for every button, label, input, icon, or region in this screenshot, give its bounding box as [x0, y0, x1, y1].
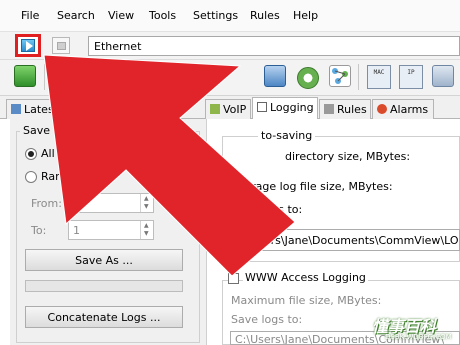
app-window: File Search View Tools Settings Rules He…: [0, 0, 460, 345]
www-save-logs-to-label: Save logs to:: [231, 313, 303, 326]
menu-view[interactable]: View: [108, 9, 134, 22]
toolbar-separator: [358, 64, 359, 90]
menu-search[interactable]: Search: [57, 9, 95, 22]
range-label: Range: [41, 170, 76, 183]
all-packets-radio[interactable]: [25, 148, 37, 160]
from-label: From:: [31, 197, 62, 210]
max-dir-size-label: directory size, MBytes:: [285, 150, 411, 163]
to-label: To:: [31, 224, 47, 237]
avg-log-size-label: Average log file size, MBytes:: [231, 180, 393, 193]
tab-label: Rules: [337, 103, 367, 116]
tab-label: Alarms: [390, 103, 429, 116]
from-spinner[interactable]: 1 ▲ ▼: [68, 193, 154, 213]
tab-label: Latest IP Co: [24, 103, 90, 116]
watermark-url: DSBK.WDBFG.COM: [385, 333, 452, 341]
save-as-button[interactable]: Save As ...: [25, 249, 183, 271]
tab-alarms[interactable]: Alarms: [372, 99, 434, 119]
clock-icon[interactable]: [297, 67, 319, 89]
tab-label: Logging: [270, 101, 314, 114]
alarm-icon: [377, 104, 387, 114]
from-value: 1: [73, 197, 80, 210]
menu-help[interactable]: Help: [293, 9, 318, 22]
down-arrow-icon: ▼: [144, 230, 149, 237]
spinner-arrows[interactable]: ▲ ▼: [140, 194, 153, 212]
www-logging-checkbox[interactable]: [228, 273, 239, 284]
mac-alias-icon[interactable]: MAC: [367, 65, 391, 89]
up-arrow-icon: ▲: [144, 222, 149, 229]
menu-settings[interactable]: Settings: [193, 9, 238, 22]
tab-icon: [11, 104, 21, 114]
tab-label: VoIP: [223, 103, 247, 116]
save-logs-to-label: Save logs to:: [231, 203, 303, 216]
packet-icon[interactable]: [14, 65, 36, 87]
to-spinner[interactable]: 1 ▲ ▼: [68, 220, 154, 240]
save-manage-title: Save and Manage: [20, 124, 125, 137]
menu-tools[interactable]: Tools: [149, 9, 176, 22]
map-icon[interactable]: [264, 65, 286, 87]
tab-voip[interactable]: VoIP: [205, 99, 251, 119]
tab-latest-ip[interactable]: Latest IP Co: [6, 99, 94, 119]
tab-rules[interactable]: Rules: [319, 99, 371, 119]
rules-icon: [324, 104, 334, 114]
save-logs-path-input[interactable]: C:\Users\Jane\Documents\CommView\LOGS: [230, 229, 460, 251]
adapter-select[interactable]: Ethernet: [88, 36, 460, 56]
play-triangle-icon: [26, 41, 33, 51]
all-packets-label: All packets in buffe: [41, 147, 147, 160]
stop-icon: [57, 42, 66, 50]
toolbar-separator: [44, 64, 45, 90]
menu-bar: File Search View Tools Settings Rules He…: [0, 0, 460, 32]
up-arrow-icon: ▲: [144, 195, 149, 202]
www-logging-title: WWW Access Logging: [243, 271, 368, 284]
menu-file[interactable]: File: [21, 9, 39, 22]
phone-icon: [210, 104, 220, 114]
menu-rules[interactable]: Rules: [250, 9, 280, 22]
stop-capture-button[interactable]: [52, 37, 70, 54]
monitor-icon[interactable]: [432, 65, 454, 87]
max-file-size-label: Maximum file size, MBytes:: [231, 294, 382, 307]
down-arrow-icon: ▼: [144, 203, 149, 210]
spinner-arrows[interactable]: ▲ ▼: [140, 221, 153, 239]
tools-toolbar: [0, 60, 460, 96]
ip-alias-icon[interactable]: IP: [399, 65, 423, 89]
to-value: 1: [73, 224, 80, 237]
tab-logging[interactable]: Logging: [252, 97, 318, 120]
log-icon: [257, 102, 267, 112]
range-radio[interactable]: [25, 171, 37, 183]
network-icon[interactable]: [329, 65, 351, 87]
concatenate-logs-button[interactable]: Concatenate Logs ...: [25, 306, 183, 328]
start-capture-button[interactable]: [15, 34, 41, 57]
autosave-title: to-saving: [258, 129, 316, 142]
save-progress-bar: [25, 280, 183, 292]
